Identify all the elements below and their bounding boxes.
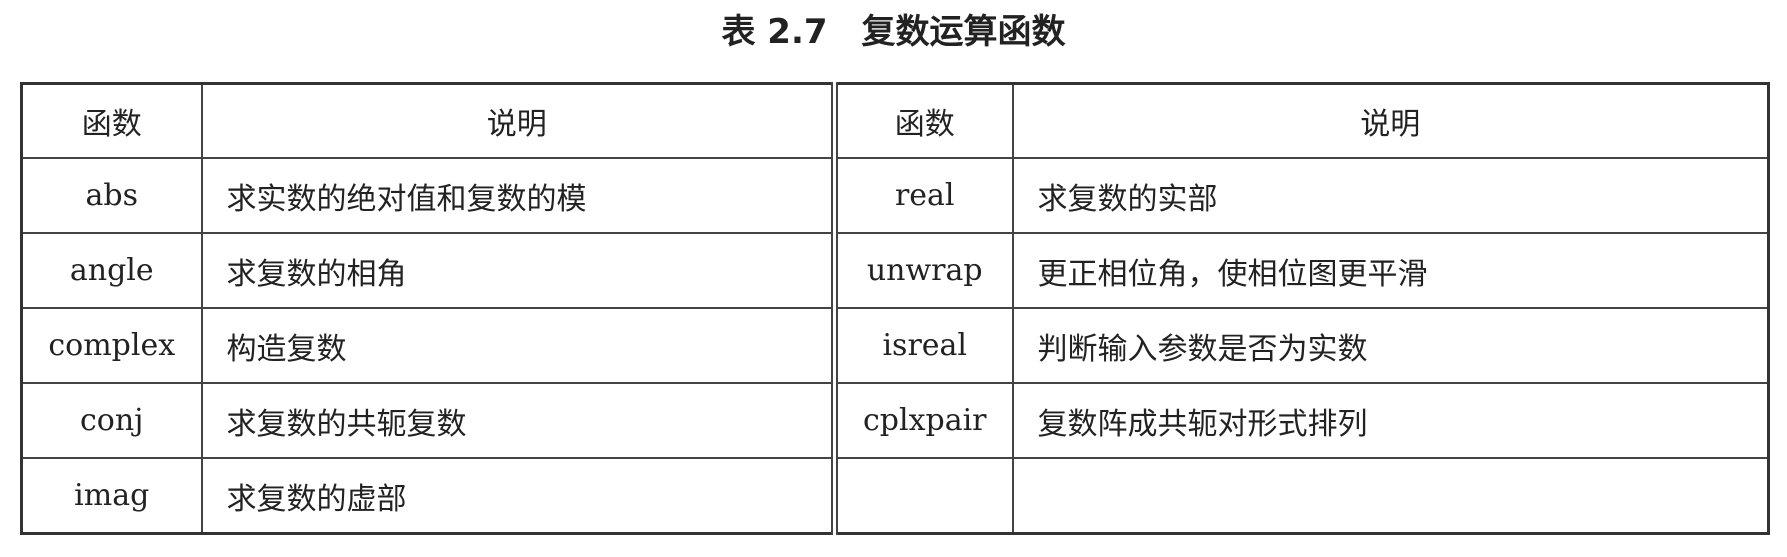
function-name: isreal — [831, 307, 1014, 384]
table-row: abs 求实数的绝对值和复数的模 real 求复数的实部 — [20, 157, 1770, 234]
table-number: 表 2.7 — [721, 12, 828, 52]
header-description-right: 说明 — [1011, 82, 1770, 159]
table-row: imag 求复数的虚部 — [20, 457, 1770, 535]
header-function-right: 函数 — [831, 82, 1014, 159]
function-name: conj — [20, 382, 203, 459]
function-description: 判断输入参数是否为实数 — [1011, 307, 1770, 384]
function-name: real — [831, 157, 1014, 234]
function-description: 求实数的绝对值和复数的模 — [200, 157, 836, 234]
function-description: 求复数的虚部 — [200, 457, 836, 535]
function-name: unwrap — [831, 232, 1014, 309]
table-title: 复数运算函数 — [861, 12, 1066, 52]
empty-cell — [831, 457, 1014, 535]
table-row: complex 构造复数 isreal 判断输入参数是否为实数 — [20, 307, 1770, 384]
function-name: cplxpair — [831, 382, 1014, 459]
table-row: angle 求复数的相角 unwrap 更正相位角，使相位图更平滑 — [20, 232, 1770, 309]
empty-cell — [1011, 457, 1770, 535]
header-row: 函数 说明 函数 说明 — [20, 82, 1770, 159]
function-description: 求复数的实部 — [1011, 157, 1770, 234]
function-description: 求复数的共轭复数 — [200, 382, 836, 459]
function-description: 构造复数 — [200, 307, 836, 384]
header-description-left: 说明 — [200, 82, 836, 159]
function-description: 复数阵成共轭对形式排列 — [1011, 382, 1770, 459]
table-caption: 表 2.7 复数运算函数 — [0, 4, 1787, 60]
function-name: abs — [20, 157, 203, 234]
function-name: imag — [20, 457, 203, 535]
function-description: 更正相位角，使相位图更平滑 — [1011, 232, 1770, 309]
header-function-left: 函数 — [20, 82, 203, 159]
function-name: complex — [20, 307, 203, 384]
function-description: 求复数的相角 — [200, 232, 836, 309]
table-row: conj 求复数的共轭复数 cplxpair 复数阵成共轭对形式排列 — [20, 382, 1770, 459]
complex-functions-table: 函数 说明 函数 说明 abs 求实数的绝对值和复数的模 real 求复数的实部… — [20, 82, 1770, 535]
function-name: angle — [20, 232, 203, 309]
